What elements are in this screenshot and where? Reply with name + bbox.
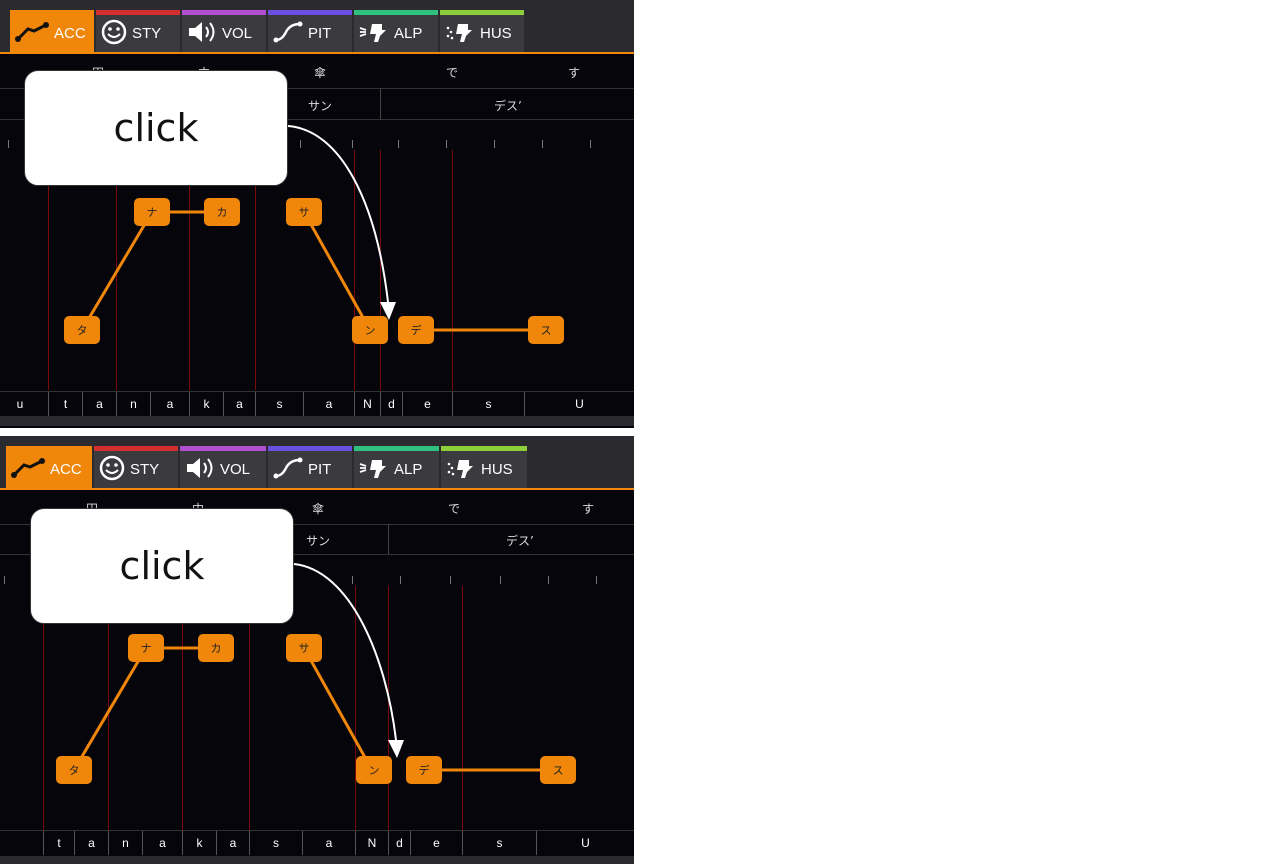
callout-arrow <box>293 563 404 758</box>
editor-panel-top: ACC STY VOL PIT ALP HUS 傘 で す サン デス’ タ ナ… <box>0 0 634 428</box>
callout-arrow <box>287 125 396 320</box>
editor-panel-bottom: ACC STY VOL PIT ALP HUS 傘 で す サン デス’ タ ナ… <box>0 436 634 864</box>
